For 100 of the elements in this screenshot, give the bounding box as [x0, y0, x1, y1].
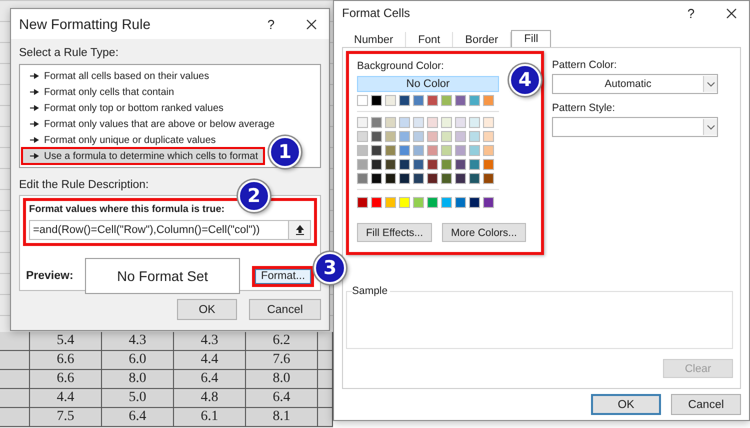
color-swatch[interactable] — [441, 159, 452, 170]
color-swatch[interactable] — [413, 197, 424, 208]
dropdown-field[interactable]: Automatic — [552, 74, 718, 94]
color-swatch[interactable] — [413, 145, 424, 156]
color-swatch[interactable] — [371, 117, 382, 128]
color-swatch[interactable] — [357, 159, 368, 170]
help-button[interactable]: ? — [684, 6, 698, 20]
color-swatch[interactable] — [357, 197, 368, 208]
color-swatch[interactable] — [469, 117, 480, 128]
ok-button[interactable]: OK — [177, 299, 237, 320]
color-swatch[interactable] — [357, 95, 368, 106]
table-cell — [0, 351, 30, 370]
list-item[interactable]: Use a formula to determine which cells to format — [22, 148, 264, 164]
color-swatch[interactable] — [441, 95, 452, 106]
color-swatch[interactable] — [469, 173, 480, 184]
table-cell: 6.4 — [102, 408, 174, 427]
color-swatch[interactable] — [357, 145, 368, 156]
section-label: Edit the Rule Description: — [19, 179, 149, 191]
cancel-button[interactable]: Cancel — [671, 394, 741, 415]
color-swatch[interactable] — [399, 173, 410, 184]
color-swatch[interactable] — [385, 173, 396, 184]
color-swatch[interactable] — [413, 173, 424, 184]
color-swatch[interactable] — [357, 131, 368, 142]
color-swatch[interactable] — [413, 159, 424, 170]
color-swatch[interactable] — [385, 159, 396, 170]
color-swatch[interactable] — [483, 95, 494, 106]
color-swatch[interactable] — [483, 197, 494, 208]
format-button[interactable]: Format... — [252, 266, 314, 286]
color-swatch[interactable] — [399, 131, 410, 142]
color-swatch[interactable] — [483, 159, 494, 170]
cancel-button[interactable]: Cancel — [249, 299, 321, 320]
color-swatch[interactable] — [455, 197, 466, 208]
color-swatch[interactable] — [385, 197, 396, 208]
formula-field[interactable]: =and(Row()=Cell("Row"),Column()=Cell("col")) — [29, 220, 311, 240]
color-swatch[interactable] — [483, 117, 494, 128]
color-swatch[interactable] — [357, 173, 368, 184]
color-swatch[interactable] — [385, 117, 396, 128]
color-swatch[interactable] — [399, 117, 410, 128]
color-swatch[interactable] — [441, 145, 452, 156]
effects-button[interactable]: Fill Effects... — [357, 223, 432, 242]
color-swatch[interactable] — [399, 159, 410, 170]
list-item[interactable]: Format all cells based on their values — [22, 68, 318, 84]
table-cell — [0, 332, 30, 351]
ok-button[interactable]: OK — [591, 394, 661, 415]
dropdown-field[interactable] — [552, 117, 718, 137]
color-swatch[interactable] — [413, 131, 424, 142]
table-cell: 8.1 — [246, 408, 318, 427]
color-swatch[interactable] — [469, 145, 480, 156]
close-icon[interactable] — [306, 18, 317, 30]
color-swatch[interactable] — [371, 173, 382, 184]
color-swatch[interactable] — [469, 95, 480, 106]
color-swatch[interactable] — [441, 131, 452, 142]
color-swatch[interactable] — [427, 117, 438, 128]
table-cell — [318, 370, 333, 389]
color-swatch[interactable] — [371, 197, 382, 208]
color-swatch[interactable] — [427, 197, 438, 208]
table-cell — [0, 408, 30, 427]
color-swatch[interactable] — [399, 95, 410, 106]
color-swatch[interactable] — [371, 145, 382, 156]
color-swatch[interactable] — [371, 95, 382, 106]
help-button[interactable]: ? — [264, 16, 278, 32]
list-item[interactable]: Format only cells that contain — [22, 84, 318, 100]
color-swatch[interactable] — [455, 145, 466, 156]
color-swatch[interactable] — [427, 95, 438, 106]
color-swatch[interactable] — [483, 145, 494, 156]
color-swatch[interactable] — [455, 131, 466, 142]
tab[interactable]: Fill — [511, 30, 552, 47]
effects-button[interactable]: More Colors... — [442, 223, 526, 242]
color-swatch[interactable] — [413, 117, 424, 128]
color-swatch[interactable] — [455, 159, 466, 170]
color-swatch[interactable] — [455, 117, 466, 128]
color-swatch[interactable] — [441, 117, 452, 128]
color-swatch[interactable] — [399, 197, 410, 208]
color-swatch[interactable] — [385, 145, 396, 156]
color-swatch[interactable] — [371, 159, 382, 170]
color-swatch[interactable] — [455, 95, 466, 106]
color-swatch[interactable] — [413, 95, 424, 106]
table-cell: 6.0 — [102, 351, 174, 370]
color-swatch[interactable] — [385, 131, 396, 142]
color-swatch[interactable] — [427, 131, 438, 142]
list-item[interactable]: Format only top or bottom ranked values — [22, 100, 318, 116]
color-swatch[interactable] — [399, 145, 410, 156]
color-swatch[interactable] — [469, 131, 480, 142]
color-swatch[interactable] — [427, 173, 438, 184]
color-swatch[interactable] — [441, 197, 452, 208]
color-swatch[interactable] — [427, 145, 438, 156]
color-swatch[interactable] — [385, 95, 396, 106]
no-color-button[interactable]: No Color — [357, 76, 499, 92]
collapse-button[interactable] — [288, 221, 310, 239]
color-swatch[interactable] — [469, 197, 480, 208]
color-swatch[interactable] — [455, 173, 466, 184]
color-swatch[interactable] — [469, 159, 480, 170]
close-icon[interactable] — [726, 8, 737, 18]
color-swatch[interactable] — [441, 173, 452, 184]
color-swatch[interactable] — [357, 117, 368, 128]
color-swatch[interactable] — [483, 131, 494, 142]
color-swatch[interactable] — [371, 131, 382, 142]
color-swatch[interactable] — [427, 159, 438, 170]
color-swatch[interactable] — [483, 173, 494, 184]
list-item[interactable]: Format only values that are above or below average — [22, 116, 318, 132]
